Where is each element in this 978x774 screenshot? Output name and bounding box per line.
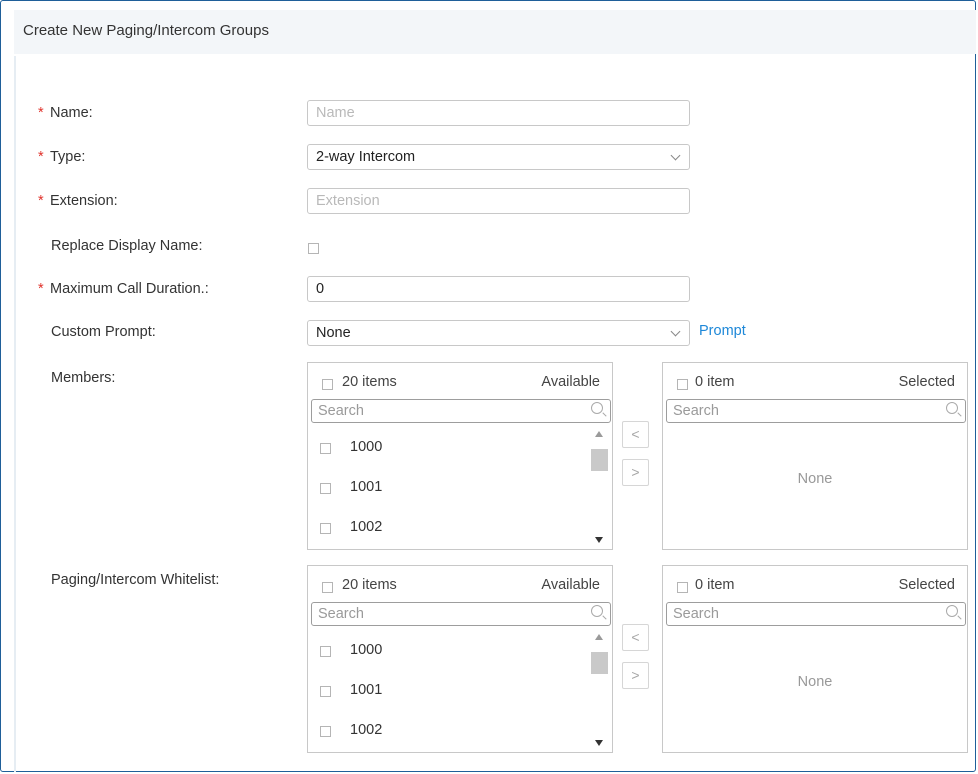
search-input[interactable] xyxy=(666,602,966,626)
whitelist-selected-panel: 0 item Selected None xyxy=(662,565,968,753)
scrollbar[interactable] xyxy=(591,427,608,547)
panel-header: 0 item Selected xyxy=(663,363,967,399)
page-title: Create New Paging/Intercom Groups xyxy=(23,22,269,39)
scroll-up-icon[interactable] xyxy=(595,634,603,640)
panel-title: Available xyxy=(541,374,600,390)
required-mark: * xyxy=(38,281,44,297)
panel-title: Selected xyxy=(898,577,955,593)
empty-text: None xyxy=(797,471,833,487)
items-count: 0 item xyxy=(695,577,735,593)
whitelist-available-panel: 20 items Available 1000 1001 1002 xyxy=(307,565,613,753)
members-label: Members: xyxy=(51,370,116,386)
scroll-up-icon[interactable] xyxy=(595,431,603,437)
move-left-button[interactable]: < xyxy=(622,624,649,651)
whitelist-label: Paging/Intercom Whitelist: xyxy=(51,572,220,588)
required-mark: * xyxy=(38,105,44,121)
select-all-checkbox[interactable] xyxy=(677,582,688,593)
select-all-checkbox[interactable] xyxy=(677,379,688,390)
prompt-link[interactable]: Prompt xyxy=(699,323,746,339)
search-icon xyxy=(946,402,958,414)
search-input[interactable] xyxy=(311,602,611,626)
item-checkbox[interactable] xyxy=(320,443,331,454)
item-checkbox[interactable] xyxy=(320,523,331,534)
name-label: * Name: xyxy=(38,105,93,121)
scroll-down-icon[interactable] xyxy=(595,537,603,543)
search-input[interactable] xyxy=(311,399,611,423)
search-icon xyxy=(591,605,603,617)
move-right-button[interactable]: > xyxy=(622,459,649,486)
scroll-thumb[interactable] xyxy=(591,449,608,471)
chevron-down-icon xyxy=(670,326,681,337)
max-call-duration-label: * Maximum Call Duration.: xyxy=(38,281,209,297)
search-icon xyxy=(946,605,958,617)
max-call-duration-input[interactable] xyxy=(307,276,690,302)
scroll-thumb[interactable] xyxy=(591,652,608,674)
required-mark: * xyxy=(38,193,44,209)
select-all-checkbox[interactable] xyxy=(322,379,333,390)
item-checkbox[interactable] xyxy=(320,483,331,494)
panel-header: 20 items Available xyxy=(308,363,612,399)
panel-header: 0 item Selected xyxy=(663,566,967,602)
select-all-checkbox[interactable] xyxy=(322,582,333,593)
type-select[interactable]: 2-way Intercom xyxy=(307,144,690,170)
panel-title: Selected xyxy=(898,374,955,390)
item-checkbox[interactable] xyxy=(320,726,331,737)
extension-input[interactable] xyxy=(307,188,690,214)
extension-label: * Extension: xyxy=(38,193,118,209)
item-checkbox[interactable] xyxy=(320,686,331,697)
items-count: 0 item xyxy=(695,374,735,390)
items-count: 20 items xyxy=(342,577,397,593)
move-left-button[interactable]: < xyxy=(622,421,649,448)
custom-prompt-select[interactable]: None xyxy=(307,320,690,346)
custom-prompt-label: Custom Prompt: xyxy=(51,324,156,340)
required-mark: * xyxy=(38,149,44,165)
members-selected-panel: 0 item Selected None xyxy=(662,362,968,550)
move-right-button[interactable]: > xyxy=(622,662,649,689)
custom-prompt-value: None xyxy=(316,325,351,341)
empty-text: None xyxy=(797,674,833,690)
search-input[interactable] xyxy=(666,399,966,423)
type-select-value: 2-way Intercom xyxy=(316,149,416,165)
panel-header: 20 items Available xyxy=(308,566,612,602)
replace-display-name-checkbox[interactable] xyxy=(308,243,319,254)
chevron-down-icon xyxy=(670,150,681,161)
scroll-down-icon[interactable] xyxy=(595,740,603,746)
name-input[interactable] xyxy=(307,100,690,126)
left-divider xyxy=(14,56,16,772)
panel-title: Available xyxy=(541,577,600,593)
replace-display-name-label: Replace Display Name: xyxy=(51,238,203,254)
type-label: * Type: xyxy=(38,149,86,165)
members-available-panel: 20 items Available 1000 1001 1002 xyxy=(307,362,613,550)
search-icon xyxy=(591,402,603,414)
items-count: 20 items xyxy=(342,374,397,390)
scrollbar[interactable] xyxy=(591,630,608,750)
item-checkbox[interactable] xyxy=(320,646,331,657)
